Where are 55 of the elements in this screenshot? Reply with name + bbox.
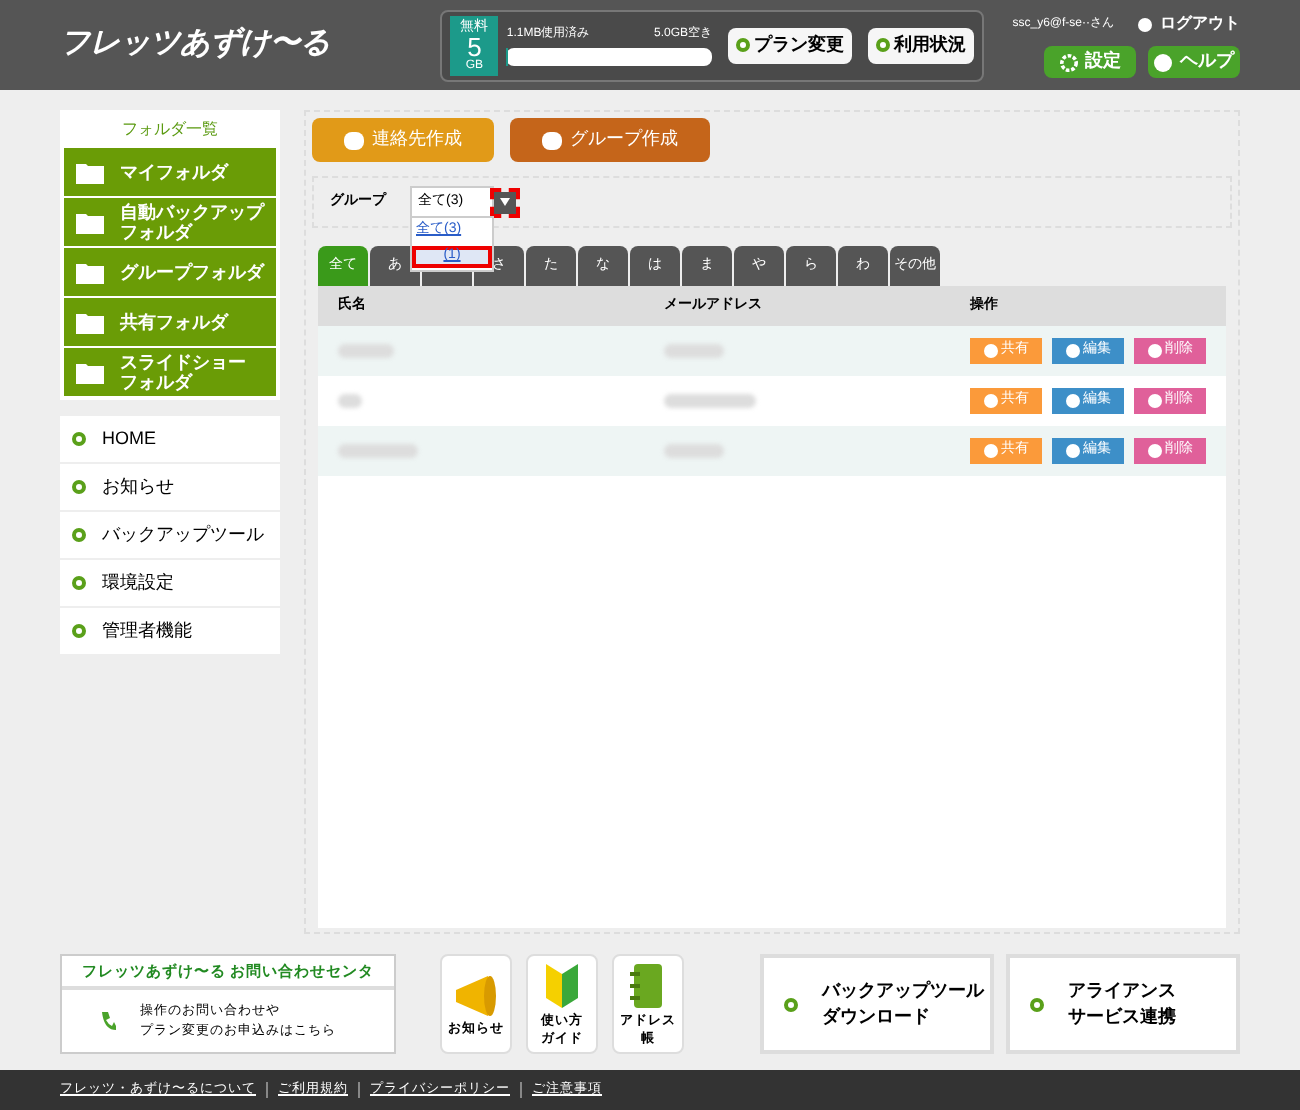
bullet-icon <box>72 480 86 494</box>
blurred-email <box>664 394 756 408</box>
bullet-icon <box>736 38 750 52</box>
bullet-icon <box>1147 394 1161 408</box>
folder-icon <box>76 261 104 283</box>
dropdown-button[interactable] <box>494 191 516 213</box>
folder-label: フォルダ <box>120 222 195 242</box>
folder-icon <box>76 361 104 383</box>
folder-label: スライドショー <box>120 352 246 372</box>
bullet-icon <box>983 444 997 458</box>
bullet-icon <box>1147 444 1161 458</box>
logout-link[interactable]: ログアウト <box>1138 12 1240 36</box>
bullet-icon <box>784 997 798 1011</box>
folder-icon <box>76 161 104 183</box>
menu-item[interactable]: 管理者機能 <box>60 608 280 656</box>
plan-button[interactable]: 利用状況 <box>868 27 974 63</box>
folder-label: マイフォルダ <box>120 162 228 182</box>
settings-icon <box>1059 53 1077 71</box>
download-button[interactable]: バックアップツール ダウンロード <box>760 954 994 1054</box>
bullet-icon <box>1065 444 1079 458</box>
bullet-icon <box>72 432 86 446</box>
blurred-email <box>664 344 724 358</box>
create-button[interactable]: グループ作成 <box>510 118 710 162</box>
bullet-icon <box>1147 344 1161 358</box>
blurred-name <box>338 344 394 358</box>
plan-button[interactable]: プラン変更 <box>728 27 852 63</box>
caret-icon <box>500 198 510 206</box>
blurred-email <box>664 444 724 458</box>
phone-icon <box>102 1011 116 1032</box>
menu-item[interactable]: お知らせ <box>60 464 280 512</box>
bullet-icon <box>983 394 997 408</box>
folder-icon <box>76 211 104 233</box>
logo: フレッツあずけ〜る <box>60 24 330 65</box>
bullet-icon <box>1065 344 1079 358</box>
blurred-name <box>338 444 418 458</box>
bullet-icon <box>72 528 86 542</box>
folder-label: 自動バックアップ <box>120 202 264 222</box>
beginner-mark-icon <box>544 962 580 1010</box>
folder-label: フォルダ <box>120 372 195 392</box>
blurred-name <box>338 394 362 408</box>
folder-icon <box>76 311 104 333</box>
bullet-icon <box>1065 394 1079 408</box>
folder-label: グループフォルダ <box>120 262 264 282</box>
bullet-icon <box>72 624 86 638</box>
bullet-icon <box>983 344 997 358</box>
folder-label: 共有フォルダ <box>120 312 228 332</box>
bullet-icon <box>72 576 86 590</box>
download-button[interactable]: アライアンス サービス連携 <box>1006 954 1240 1054</box>
menu-item[interactable]: HOME <box>60 416 280 464</box>
menu-item[interactable]: 環境設定 <box>60 560 280 608</box>
bullet-icon <box>1030 997 1044 1011</box>
folder-list-title: フォルダ一覧 <box>120 118 220 142</box>
menu-item[interactable]: バックアップツール <box>60 512 280 560</box>
megaphone-icon <box>452 973 500 1017</box>
bullet-icon <box>876 38 890 52</box>
